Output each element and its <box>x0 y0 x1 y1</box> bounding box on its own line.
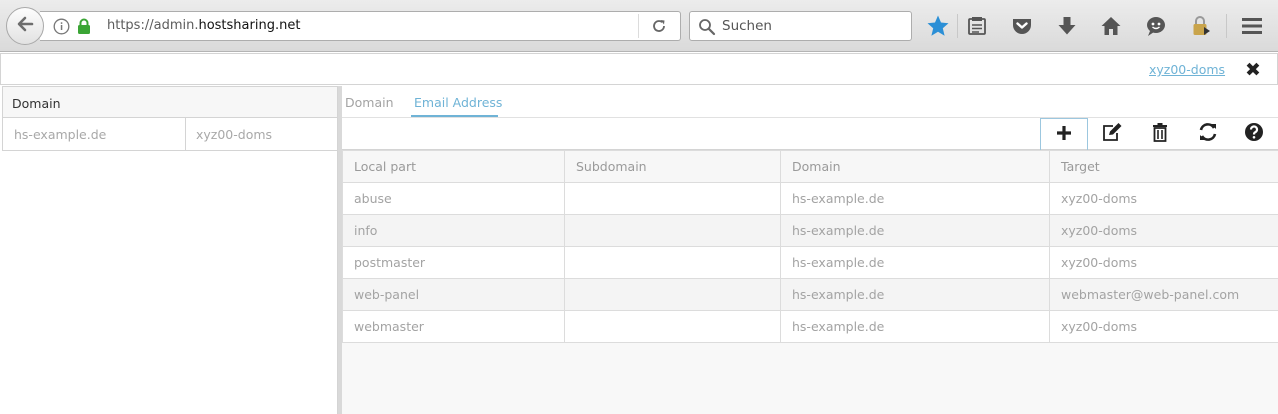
table-row[interactable]: webmaster hs-example.de xyz00-doms <box>342 310 1278 343</box>
domain-cell: hs-example.de <box>780 214 1050 247</box>
reading-list-icon[interactable] <box>964 13 990 39</box>
tab-domain[interactable]: Domain <box>345 95 394 110</box>
reload-icon[interactable] <box>650 17 668 39</box>
table-row[interactable]: abuse hs-example.de xyz00-doms <box>342 182 1278 215</box>
column-header-target[interactable]: Target <box>1049 150 1278 183</box>
local-part-cell: info <box>342 214 565 247</box>
subdomain-cell <box>564 246 781 279</box>
target-cell: xyz00-doms <box>1049 310 1278 343</box>
target-cell: xyz00-doms <box>1049 214 1278 247</box>
local-part-cell: webmaster <box>342 310 565 343</box>
detail-panel: Domain Email Address Local part Subdomai… <box>342 86 1278 414</box>
table-header-row: Local part Subdomain Domain Target <box>342 150 1278 183</box>
owner-cell: xyz00-doms <box>196 127 273 142</box>
url-divider <box>638 14 639 38</box>
active-tab-indicator <box>411 115 498 117</box>
hamburger-menu-icon[interactable] <box>1239 13 1265 39</box>
table-row[interactable]: web-panel hs-example.de webmaster@web-pa… <box>342 278 1278 311</box>
search-icon <box>698 18 716 40</box>
help-button[interactable] <box>1230 118 1278 150</box>
user-link[interactable]: xyz00-doms <box>1149 62 1225 77</box>
column-header-subdomain[interactable]: Subdomain <box>564 150 781 183</box>
domain-cell: hs-example.de <box>780 182 1050 215</box>
lock-icon[interactable] <box>77 18 91 39</box>
column-header-local-part[interactable]: Local part <box>342 150 565 183</box>
domain-list-row[interactable]: hs-example.de xyz00-doms <box>2 118 338 151</box>
toolbar-divider <box>1226 14 1227 38</box>
chat-icon[interactable] <box>1143 13 1169 39</box>
subdomain-cell <box>564 310 781 343</box>
local-part-cell: web-panel <box>342 278 565 311</box>
tab-email-address[interactable]: Email Address <box>414 95 502 110</box>
home-icon[interactable] <box>1098 13 1124 39</box>
subdomain-cell <box>564 214 781 247</box>
bookmark-star-icon[interactable] <box>925 13 951 39</box>
refresh-icon <box>1198 122 1218 146</box>
domain-cell: hs-example.de <box>14 127 107 142</box>
subdomain-cell <box>564 182 781 215</box>
back-arrow-icon <box>15 14 35 38</box>
local-part-cell: abuse <box>342 182 565 215</box>
app-window: xyz00-doms ✖ Domain hs-example.de xyz00-… <box>0 53 1278 414</box>
column-header-domain[interactable]: Domain <box>780 150 1050 183</box>
domain-list-panel: Domain hs-example.de xyz00-doms <box>2 86 338 414</box>
local-part-cell: postmaster <box>342 246 565 279</box>
subdomain-cell <box>564 278 781 311</box>
edit-icon <box>1101 122 1123 146</box>
pocket-icon[interactable] <box>1009 13 1035 39</box>
target-cell: webmaster@web-panel.com <box>1049 278 1278 311</box>
password-manager-icon[interactable] <box>1188 13 1214 39</box>
domain-column-header-label: Domain <box>12 96 61 111</box>
add-button[interactable] <box>1040 118 1088 150</box>
search-input[interactable]: Suchen <box>722 18 772 34</box>
address-bar[interactable]: https://admin.hostsharing.net <box>40 11 681 41</box>
cell-divider <box>185 118 186 150</box>
edit-button[interactable] <box>1088 118 1136 150</box>
url-text[interactable]: https://admin.hostsharing.net <box>107 18 300 33</box>
browser-toolbar: https://admin.hostsharing.net Suchen <box>0 0 1278 52</box>
tab-bar: Domain Email Address <box>342 86 1278 118</box>
delete-button[interactable] <box>1136 118 1184 150</box>
download-icon[interactable] <box>1054 13 1080 39</box>
target-cell: xyz00-doms <box>1049 182 1278 215</box>
back-button[interactable] <box>6 7 44 45</box>
add-icon <box>1055 124 1073 146</box>
domain-column-header[interactable]: Domain <box>2 86 338 118</box>
close-icon[interactable]: ✖ <box>1245 59 1261 81</box>
action-toolbar <box>342 118 1278 150</box>
app-header: xyz00-doms ✖ <box>0 53 1278 85</box>
target-cell: xyz00-doms <box>1049 246 1278 279</box>
info-icon[interactable] <box>53 18 70 39</box>
domain-cell: hs-example.de <box>780 278 1050 311</box>
toolbar-divider <box>957 14 958 38</box>
delete-icon <box>1151 122 1169 146</box>
table-row[interactable]: postmaster hs-example.de xyz00-doms <box>342 246 1278 279</box>
domain-cell: hs-example.de <box>780 246 1050 279</box>
refresh-button[interactable] <box>1184 118 1232 150</box>
search-bar[interactable]: Suchen <box>689 11 912 41</box>
domain-cell: hs-example.de <box>780 310 1050 343</box>
email-address-table: Local part Subdomain Domain Target abuse… <box>342 150 1278 343</box>
help-icon <box>1244 122 1264 146</box>
table-row[interactable]: info hs-example.de xyz00-doms <box>342 214 1278 247</box>
